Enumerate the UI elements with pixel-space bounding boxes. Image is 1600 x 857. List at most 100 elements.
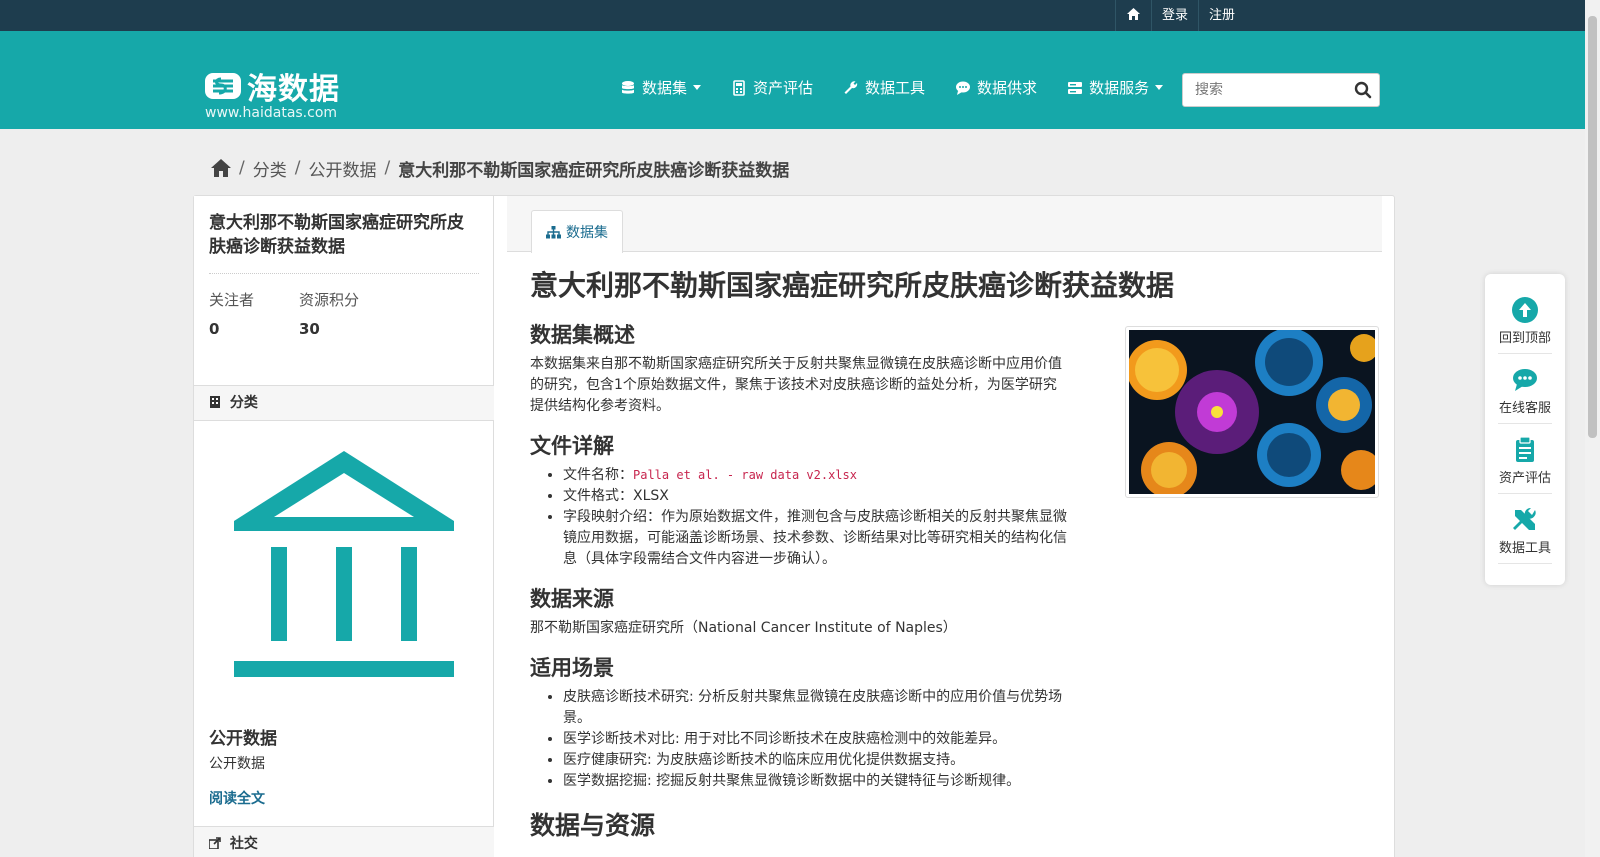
source-heading: 数据来源 [530, 587, 614, 611]
building-icon [210, 396, 220, 408]
file-name: Palla et al. - raw data v2.xlsx [633, 468, 857, 482]
float-label: 资产评估 [1498, 471, 1551, 486]
back-to-top-button[interactable]: 回到顶部 [1485, 296, 1565, 364]
nav-datasets[interactable]: 数据集 [620, 77, 702, 98]
chevron-down-icon [693, 85, 702, 90]
breadcrumb-separator: / [239, 158, 245, 178]
list-item: 医疗健康研究: 为皮肤癌诊断技术的临床应用优化提供数据支持。 [563, 750, 1071, 771]
source-text: 那不勒斯国家癌症研究所（National Cancer Institute of… [530, 620, 957, 636]
nav-data-tools[interactable]: 数据工具 [843, 77, 925, 98]
stats: 关注者 0 资源积分 30 [209, 289, 389, 338]
clipboard-icon [1516, 436, 1534, 462]
database-icon [622, 80, 634, 94]
resources-heading: 数据与资源 [530, 811, 656, 840]
followers-stat: 关注者 0 [209, 289, 299, 338]
floating-toolbar: 回到顶部 在线客服 资产评估 数据工具 [1485, 274, 1565, 585]
overview-text: 本数据集来自那不勒斯国家癌症研究所关于反射共聚焦显微镜在皮肤癌诊断中应用价值的研… [530, 356, 1062, 414]
float-label: 数据工具 [1498, 541, 1551, 556]
divider [1498, 353, 1552, 354]
divider [209, 273, 479, 274]
wrench-icon [844, 80, 858, 94]
nav-label: 资产评估 [753, 79, 814, 97]
institution-icon [234, 451, 454, 677]
tab-dataset[interactable]: 数据集 [531, 210, 623, 253]
float-label: 在线客服 [1498, 401, 1551, 416]
followers-count: 0 [209, 320, 220, 338]
content-wrapper: 意大利那不勒斯国家癌症研究所皮肤癌诊断获益数据 关注者 0 资源积分 30 分类… [193, 195, 1395, 857]
social-header: 社交 [194, 826, 494, 857]
search-input[interactable] [1183, 74, 1333, 106]
dataset-content: 意大利那不勒斯国家癌症研究所皮肤癌诊断获益数据 数据集概述 本数据集来自那不勒斯… [530, 266, 1381, 842]
home-icon [1126, 8, 1140, 20]
breadcrumb-separator: / [384, 158, 391, 178]
list-item: 医学数据挖掘: 挖掘反射共聚焦显微镜诊断数据中的关键特征与诊断规律。 [563, 771, 1071, 792]
file-details-list: 文件名称：Palla et al. - raw data v2.xlsx 文件格… [563, 465, 1071, 570]
online-support-button[interactable]: 在线客服 [1485, 366, 1565, 434]
brand-url: www.haidatas.com [205, 105, 338, 121]
main-content: 数据集 意大利那不勒斯国家癌症研究所皮肤癌诊断获益数据 数据集概述 本数据集来自… [495, 196, 1394, 857]
points-count: 30 [299, 320, 320, 338]
search-box [1182, 73, 1380, 107]
chat-icon [956, 81, 971, 95]
register-link[interactable]: 注册 [1197, 0, 1245, 31]
asset-eval-button[interactable]: 资产评估 [1485, 436, 1565, 504]
share-icon [209, 837, 221, 849]
nav-asset-eval[interactable]: 资产评估 [731, 77, 813, 98]
sidebar-title: 意大利那不勒斯国家癌症研究所皮肤癌诊断获益数据 [209, 213, 464, 257]
masthead: 海数据 www.haidatas.com 数据集 资产评估 数据工具 数据供求 … [0, 31, 1585, 129]
float-label: 回到顶部 [1498, 331, 1551, 346]
nav-data-services[interactable]: 数据服务 [1067, 77, 1164, 98]
category-header: 分类 [194, 385, 494, 421]
top-links: 登录 注册 [1114, 0, 1245, 31]
dataset-image [1125, 326, 1381, 498]
nav-label: 数据供求 [977, 79, 1038, 97]
points-label: 资源积分 [299, 291, 360, 309]
page-scrollbar[interactable] [1585, 0, 1600, 857]
read-more-link[interactable]: 阅读全文 [209, 788, 265, 808]
nav-label: 数据服务 [1089, 79, 1150, 97]
logo-icon [205, 73, 241, 99]
list-item: 医学诊断技术对比: 用于对比不同诊断技术在皮肤癌检测中的效能差异。 [563, 729, 1071, 750]
org-name: 公开数据 [209, 729, 277, 749]
microscopy-image [1127, 328, 1381, 498]
points-stat: 资源积分 30 [299, 289, 389, 338]
search-icon[interactable] [1353, 80, 1373, 100]
chat-bubble-icon [1513, 369, 1537, 391]
nav-supply-demand[interactable]: 数据供求 [955, 77, 1037, 98]
list-item: 文件名称：Palla et al. - raw data v2.xlsx [563, 465, 1071, 486]
org-description: 公开数据 [209, 756, 265, 772]
chevron-down-icon [1155, 85, 1164, 90]
top-bar: 登录 注册 [0, 0, 1585, 31]
sidebar: 意大利那不勒斯国家癌症研究所皮肤癌诊断获益数据 关注者 0 资源积分 30 分类… [194, 196, 494, 857]
tab-bar: 数据集 [507, 196, 1382, 253]
server-icon [1068, 81, 1083, 94]
divider [1498, 423, 1552, 424]
breadcrumb-current[interactable]: 意大利那不勒斯国家癌症研究所皮肤癌诊断获益数据 [398, 156, 789, 181]
nav-label: 数据集 [642, 79, 688, 97]
calculator-icon [733, 79, 745, 96]
breadcrumb-categories[interactable]: 分类 [253, 156, 287, 181]
login-link[interactable]: 登录 [1150, 0, 1198, 31]
home-link[interactable] [1114, 0, 1151, 31]
followers-label: 关注者 [209, 291, 255, 309]
breadcrumb-separator: / [294, 158, 301, 178]
usage-list: 皮肤癌诊断技术研究: 分析反射共聚焦显微镜在皮肤癌诊断中的应用价值与优势场景。 … [563, 687, 1071, 792]
scrollbar-thumb[interactable] [1588, 16, 1597, 438]
breadcrumb: / 分类 / 公开数据 / 意大利那不勒斯国家癌症研究所皮肤癌诊断获益数据 [211, 153, 789, 183]
nav-label: 数据工具 [865, 79, 926, 97]
social-header-label: 社交 [229, 836, 258, 852]
arrow-up-circle-icon [1512, 297, 1538, 323]
breadcrumb-public[interactable]: 公开数据 [308, 156, 376, 181]
divider [1498, 493, 1552, 494]
home-icon[interactable] [211, 159, 231, 177]
list-item: 文件格式：XLSX [563, 486, 1071, 507]
usage-heading: 适用场景 [530, 656, 614, 680]
data-tools-button[interactable]: 数据工具 [1485, 506, 1565, 574]
category-header-label: 分类 [229, 395, 258, 411]
dataset-title: 意大利那不勒斯国家癌症研究所皮肤癌诊断获益数据 [530, 269, 1175, 302]
list-item: 字段映射介绍：作为原始数据文件，推测包含与皮肤癌诊断相关的反射共聚焦显微镜应用数… [563, 507, 1071, 570]
site-logo[interactable]: 海数据 [205, 64, 340, 108]
main-nav: 数据集 资产评估 数据工具 数据供求 数据服务 [620, 77, 1193, 98]
brand-name: 海数据 [247, 72, 340, 107]
tools-icon [1513, 507, 1536, 530]
